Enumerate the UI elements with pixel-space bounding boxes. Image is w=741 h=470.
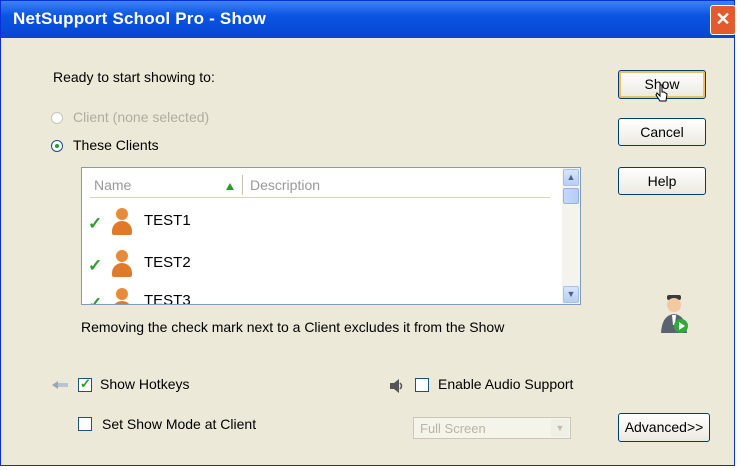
advanced-button[interactable]: Advanced>> bbox=[618, 413, 710, 442]
set-show-mode-label: Set Show Mode at Client bbox=[102, 416, 257, 432]
speaker-icon bbox=[390, 379, 403, 393]
radio-these-clients[interactable] bbox=[51, 140, 63, 152]
enable-audio-checkbox[interactable] bbox=[415, 378, 429, 392]
ready-label: Ready to start showing to: bbox=[53, 69, 215, 85]
presenter-icon bbox=[661, 295, 688, 333]
check-icon[interactable]: ✓ bbox=[88, 256, 102, 276]
show-mode-select[interactable]: Full Screen ▼ bbox=[413, 417, 571, 439]
scroll-thumb[interactable] bbox=[563, 188, 579, 204]
check-icon[interactable]: ✓ bbox=[88, 214, 102, 234]
client-name: TEST2 bbox=[144, 254, 191, 271]
scroll-down-button[interactable]: ▼ bbox=[563, 286, 579, 303]
radio-client-label: Client (none selected) bbox=[73, 109, 210, 125]
list-header: Name Description bbox=[90, 173, 550, 198]
list-item[interactable]: ✓ TEST1 bbox=[88, 204, 508, 240]
scroll-up-button[interactable]: ▲ bbox=[563, 169, 579, 186]
client-name: TEST3 bbox=[144, 292, 191, 305]
window-title: NetSupport School Pro - Show bbox=[13, 9, 267, 28]
client-user-icon bbox=[110, 250, 134, 278]
close-button[interactable]: ✕ bbox=[710, 5, 736, 35]
sort-ascending-icon bbox=[226, 183, 234, 190]
client-list[interactable]: Name Description ✓ TEST1 ✓ TEST2 ✓ TEST3… bbox=[81, 167, 581, 305]
column-header-description[interactable]: Description bbox=[250, 177, 320, 193]
column-separator[interactable] bbox=[242, 175, 243, 195]
list-item[interactable]: ✓ TEST3 bbox=[88, 284, 508, 305]
radio-these-clients-label: These Clients bbox=[73, 137, 159, 153]
set-show-mode-checkbox[interactable] bbox=[78, 417, 92, 431]
show-hotkeys-checkbox[interactable] bbox=[78, 376, 92, 392]
client-name: TEST1 bbox=[144, 212, 191, 229]
help-button[interactable]: Help bbox=[618, 167, 706, 195]
hotkey-icon bbox=[52, 381, 68, 389]
show-mode-value: Full Screen bbox=[420, 421, 486, 436]
mouse-cursor-icon bbox=[655, 84, 668, 102]
cancel-button[interactable]: Cancel bbox=[618, 118, 706, 146]
hint-text: Removing the check mark next to a Client… bbox=[81, 319, 505, 335]
dialog-window: NetSupport School Pro - Show ✕ Ready to … bbox=[0, 0, 736, 466]
list-item[interactable]: ✓ TEST2 bbox=[88, 246, 508, 282]
vertical-scrollbar[interactable]: ▲ ▼ bbox=[562, 168, 580, 304]
show-hotkeys-label: Show Hotkeys bbox=[100, 376, 190, 392]
radio-client-none[interactable] bbox=[51, 112, 63, 124]
client-user-icon bbox=[110, 208, 134, 236]
enable-audio-label: Enable Audio Support bbox=[438, 376, 574, 392]
title-bar[interactable]: NetSupport School Pro - Show ✕ bbox=[1, 1, 736, 38]
check-icon[interactable]: ✓ bbox=[88, 294, 102, 304]
column-header-name[interactable]: Name bbox=[94, 177, 131, 193]
client-user-icon bbox=[110, 288, 134, 304]
chevron-down-icon[interactable]: ▼ bbox=[551, 419, 569, 437]
